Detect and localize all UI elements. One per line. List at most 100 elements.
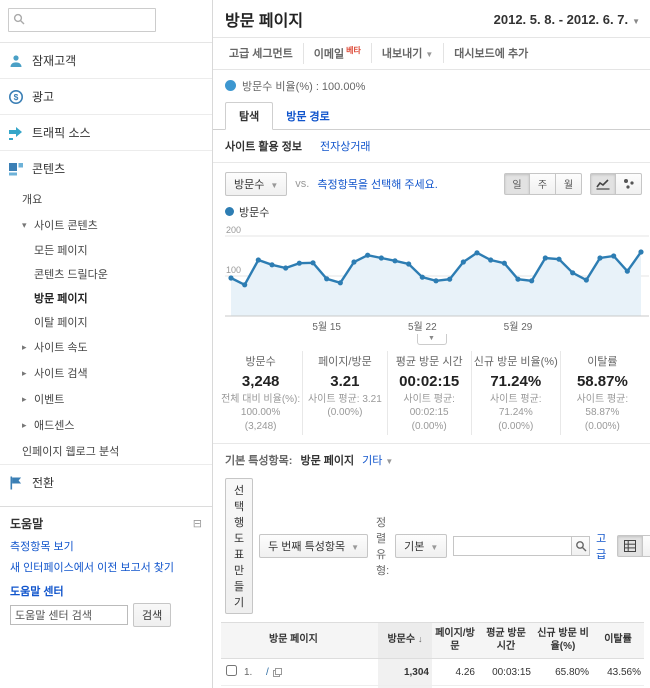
sidebar-item-label: 이탈 페이지 bbox=[34, 314, 88, 330]
summary-metric-label: 이탈률 bbox=[563, 353, 642, 369]
svg-text:5월 15: 5월 15 bbox=[312, 321, 341, 333]
advanced-search-link[interactable]: 고급 bbox=[596, 530, 611, 562]
subnav-ecommerce[interactable]: 전자상거래 bbox=[320, 138, 371, 154]
landing-page-link[interactable]: / bbox=[266, 667, 269, 678]
sidebar-item-site-content[interactable]: ▾사이트 콘텐츠 bbox=[0, 212, 212, 238]
help-search-button[interactable]: 검색 bbox=[133, 603, 171, 627]
sidebar-item-label: 사이트 속도 bbox=[34, 339, 88, 355]
granularity-week-button[interactable]: 주 bbox=[530, 173, 556, 195]
help-link-0[interactable]: 측정항목 보기 bbox=[10, 538, 202, 554]
sort-type-dropdown[interactable]: 기본▼ bbox=[395, 534, 447, 558]
tab-entrance-paths[interactable]: 방문 경로 bbox=[273, 103, 343, 129]
svg-text:$: $ bbox=[14, 92, 19, 102]
bounce-rate-cell: 43.56% bbox=[592, 659, 644, 686]
metric-dropdown[interactable]: 방문수▼ bbox=[225, 172, 287, 196]
percentage-view-icon[interactable] bbox=[643, 535, 650, 557]
motion-chart-icon[interactable] bbox=[616, 173, 642, 195]
sidebar-item-adsense[interactable]: ▸애드센스 bbox=[0, 412, 212, 438]
conversions-icon bbox=[8, 475, 24, 491]
sidebar-item-audience[interactable]: 잠재고객 bbox=[0, 43, 212, 78]
advertising-icon: $ bbox=[8, 89, 24, 105]
granularity-day-button[interactable]: 일 bbox=[504, 173, 530, 195]
help-center-link[interactable]: 도움말 센터 bbox=[10, 583, 202, 599]
summary-metric-sub2: (0.00%) bbox=[390, 420, 469, 434]
col-header-3[interactable]: 평균 방문 시간 bbox=[478, 623, 534, 659]
date-range-selector[interactable]: 2012. 5. 8. - 2012. 6. 7.▼ bbox=[494, 12, 640, 27]
sidebar-item-label: 방문 페이지 bbox=[34, 290, 88, 306]
open-in-new-icon[interactable] bbox=[273, 667, 282, 677]
row-checkbox[interactable] bbox=[226, 665, 237, 676]
dimension-label: 기본 특성항목: bbox=[225, 452, 292, 468]
page-title: 방문 페이지 bbox=[225, 7, 303, 31]
granularity-month-button[interactable]: 월 bbox=[556, 173, 582, 195]
granularity-group: 일주월 bbox=[504, 173, 582, 195]
summary-metric-value: 00:02:15 bbox=[390, 373, 469, 390]
summary-metric-sub2: (0.00%) bbox=[305, 406, 384, 420]
table-search-input[interactable] bbox=[453, 536, 571, 556]
sidebar-item-label: 콘텐츠 드릴다운 bbox=[34, 266, 108, 282]
help-search-input[interactable] bbox=[10, 605, 128, 625]
svg-text:100: 100 bbox=[226, 265, 241, 275]
sidebar-item-overview[interactable]: 개요 bbox=[0, 186, 212, 212]
sidebar-item-conversions[interactable]: 전환 bbox=[0, 464, 212, 500]
summary-metric-sub: 전체 대비 비율(%): 100.00%(3,248) bbox=[221, 393, 300, 434]
chart-plot[interactable]: 1002005월 155월 225월 29 bbox=[225, 222, 644, 334]
sidebar-item-advertising[interactable]: $광고 bbox=[0, 78, 212, 114]
help-panel: 도움말 ⊟ 측정항목 보기새 인터페이스에서 이전 보고서 찾기 도움말 센터 … bbox=[0, 506, 212, 635]
secondary-dimension-dropdown[interactable]: 두 번째 특성항목▼ bbox=[259, 534, 368, 558]
avg-time-cell: 00:03:15 bbox=[478, 659, 534, 686]
svg-text:5월 22: 5월 22 bbox=[408, 321, 437, 333]
beta-badge: 베타 bbox=[346, 46, 361, 55]
sidebar-item-label: 인페이지 웹로그 분석 bbox=[22, 443, 119, 459]
subnav-site-usage[interactable]: 사이트 활용 정보 bbox=[225, 138, 302, 154]
chevron-down-icon: ▼ bbox=[385, 457, 393, 466]
sidebar-item-exit-pages[interactable]: 이탈 페이지 bbox=[0, 310, 212, 334]
line-chart-icon[interactable] bbox=[590, 173, 616, 195]
sidebar-item-traffic-sources[interactable]: 트래픽 소스 bbox=[0, 114, 212, 150]
sidebar-item-in-page-analytics[interactable]: 인페이지 웹로그 분석 bbox=[0, 438, 212, 464]
sidebar-item-label: 이벤트 bbox=[34, 391, 64, 407]
analytics-app: 잠재고객$광고트래픽 소스콘텐츠개요▾사이트 콘텐츠모든 페이지콘텐츠 드릴다운… bbox=[0, 0, 650, 688]
col-header-5[interactable]: 이탈률 bbox=[592, 623, 644, 659]
audience-icon bbox=[8, 53, 24, 69]
chevron-down-icon: ▼ bbox=[430, 543, 438, 552]
tab-explorer[interactable]: 탐색 bbox=[225, 102, 273, 130]
col-header-4[interactable]: 신규 방문 비율(%) bbox=[534, 623, 592, 659]
toolbar-email[interactable]: 이메일베타 bbox=[303, 43, 371, 64]
sidebar-item-site-search[interactable]: ▸사이트 검색 bbox=[0, 360, 212, 386]
sidebar-item-landing-pages[interactable]: 방문 페이지 bbox=[0, 286, 212, 310]
row-checkbox-cell bbox=[221, 659, 241, 686]
summary-metric-sub: 사이트 평균: 71.24%(0.00%) bbox=[474, 393, 558, 434]
primary-dimension[interactable]: 방문 페이지 bbox=[300, 452, 354, 468]
visits-line-chart[interactable]: 1002005월 155월 225월 29 bbox=[225, 222, 649, 334]
summary-metric-sub1: 전체 대비 비율(%): 100.00% bbox=[221, 393, 300, 420]
help-collapse-icon[interactable]: ⊟ bbox=[193, 517, 202, 530]
sidebar-search-box bbox=[8, 8, 156, 32]
sidebar-search-input[interactable] bbox=[29, 10, 153, 30]
sidebar-item-label: 사이트 콘텐츠 bbox=[34, 217, 98, 233]
toolbar-add-to-dashboard[interactable]: 대시보드에 추가 bbox=[443, 43, 538, 63]
other-dimension-dropdown[interactable]: 기타▼ bbox=[362, 452, 393, 468]
select-metric-link[interactable]: 측정항목을 선택해 주세요. bbox=[317, 176, 438, 192]
pages-per-visit-cell: 4.26 bbox=[432, 659, 478, 686]
col-header-visits[interactable]: 방문수↓ bbox=[378, 623, 432, 659]
summary-metric-0: 방문수3,248전체 대비 비율(%): 100.00%(3,248) bbox=[219, 351, 302, 436]
help-link-1[interactable]: 새 인터페이스에서 이전 보고서 찾기 bbox=[10, 559, 202, 575]
sidebar-item-events[interactable]: ▸이벤트 bbox=[0, 386, 212, 412]
sidebar-item-label: 모든 페이지 bbox=[34, 242, 88, 258]
chart-collapse-handle[interactable]: ▼ bbox=[417, 334, 447, 345]
svg-text:200: 200 bbox=[226, 225, 241, 235]
col-header-landing-page[interactable]: 방문 페이지 bbox=[221, 623, 378, 659]
sidebar-item-all-pages[interactable]: 모든 페이지 bbox=[0, 238, 212, 262]
sidebar-item-content[interactable]: 콘텐츠 bbox=[0, 150, 212, 186]
plot-rows-button[interactable]: 선택 행 도표 만들기 bbox=[225, 478, 253, 614]
toolbar-label: 내보내기 bbox=[382, 48, 422, 60]
table-search-button[interactable] bbox=[571, 536, 590, 556]
toolbar-advanced-segments[interactable]: 고급 세그먼트 bbox=[219, 43, 303, 63]
sidebar-item-content-drilldown[interactable]: 콘텐츠 드릴다운 bbox=[0, 262, 212, 286]
sidebar-item-site-speed[interactable]: ▸사이트 속도 bbox=[0, 334, 212, 360]
sidebar-item-label: 트래픽 소스 bbox=[32, 124, 91, 141]
toolbar-export[interactable]: 내보내기▼ bbox=[371, 43, 443, 63]
table-view-icon[interactable] bbox=[617, 535, 643, 557]
col-header-2[interactable]: 페이지/방문 bbox=[432, 623, 478, 659]
